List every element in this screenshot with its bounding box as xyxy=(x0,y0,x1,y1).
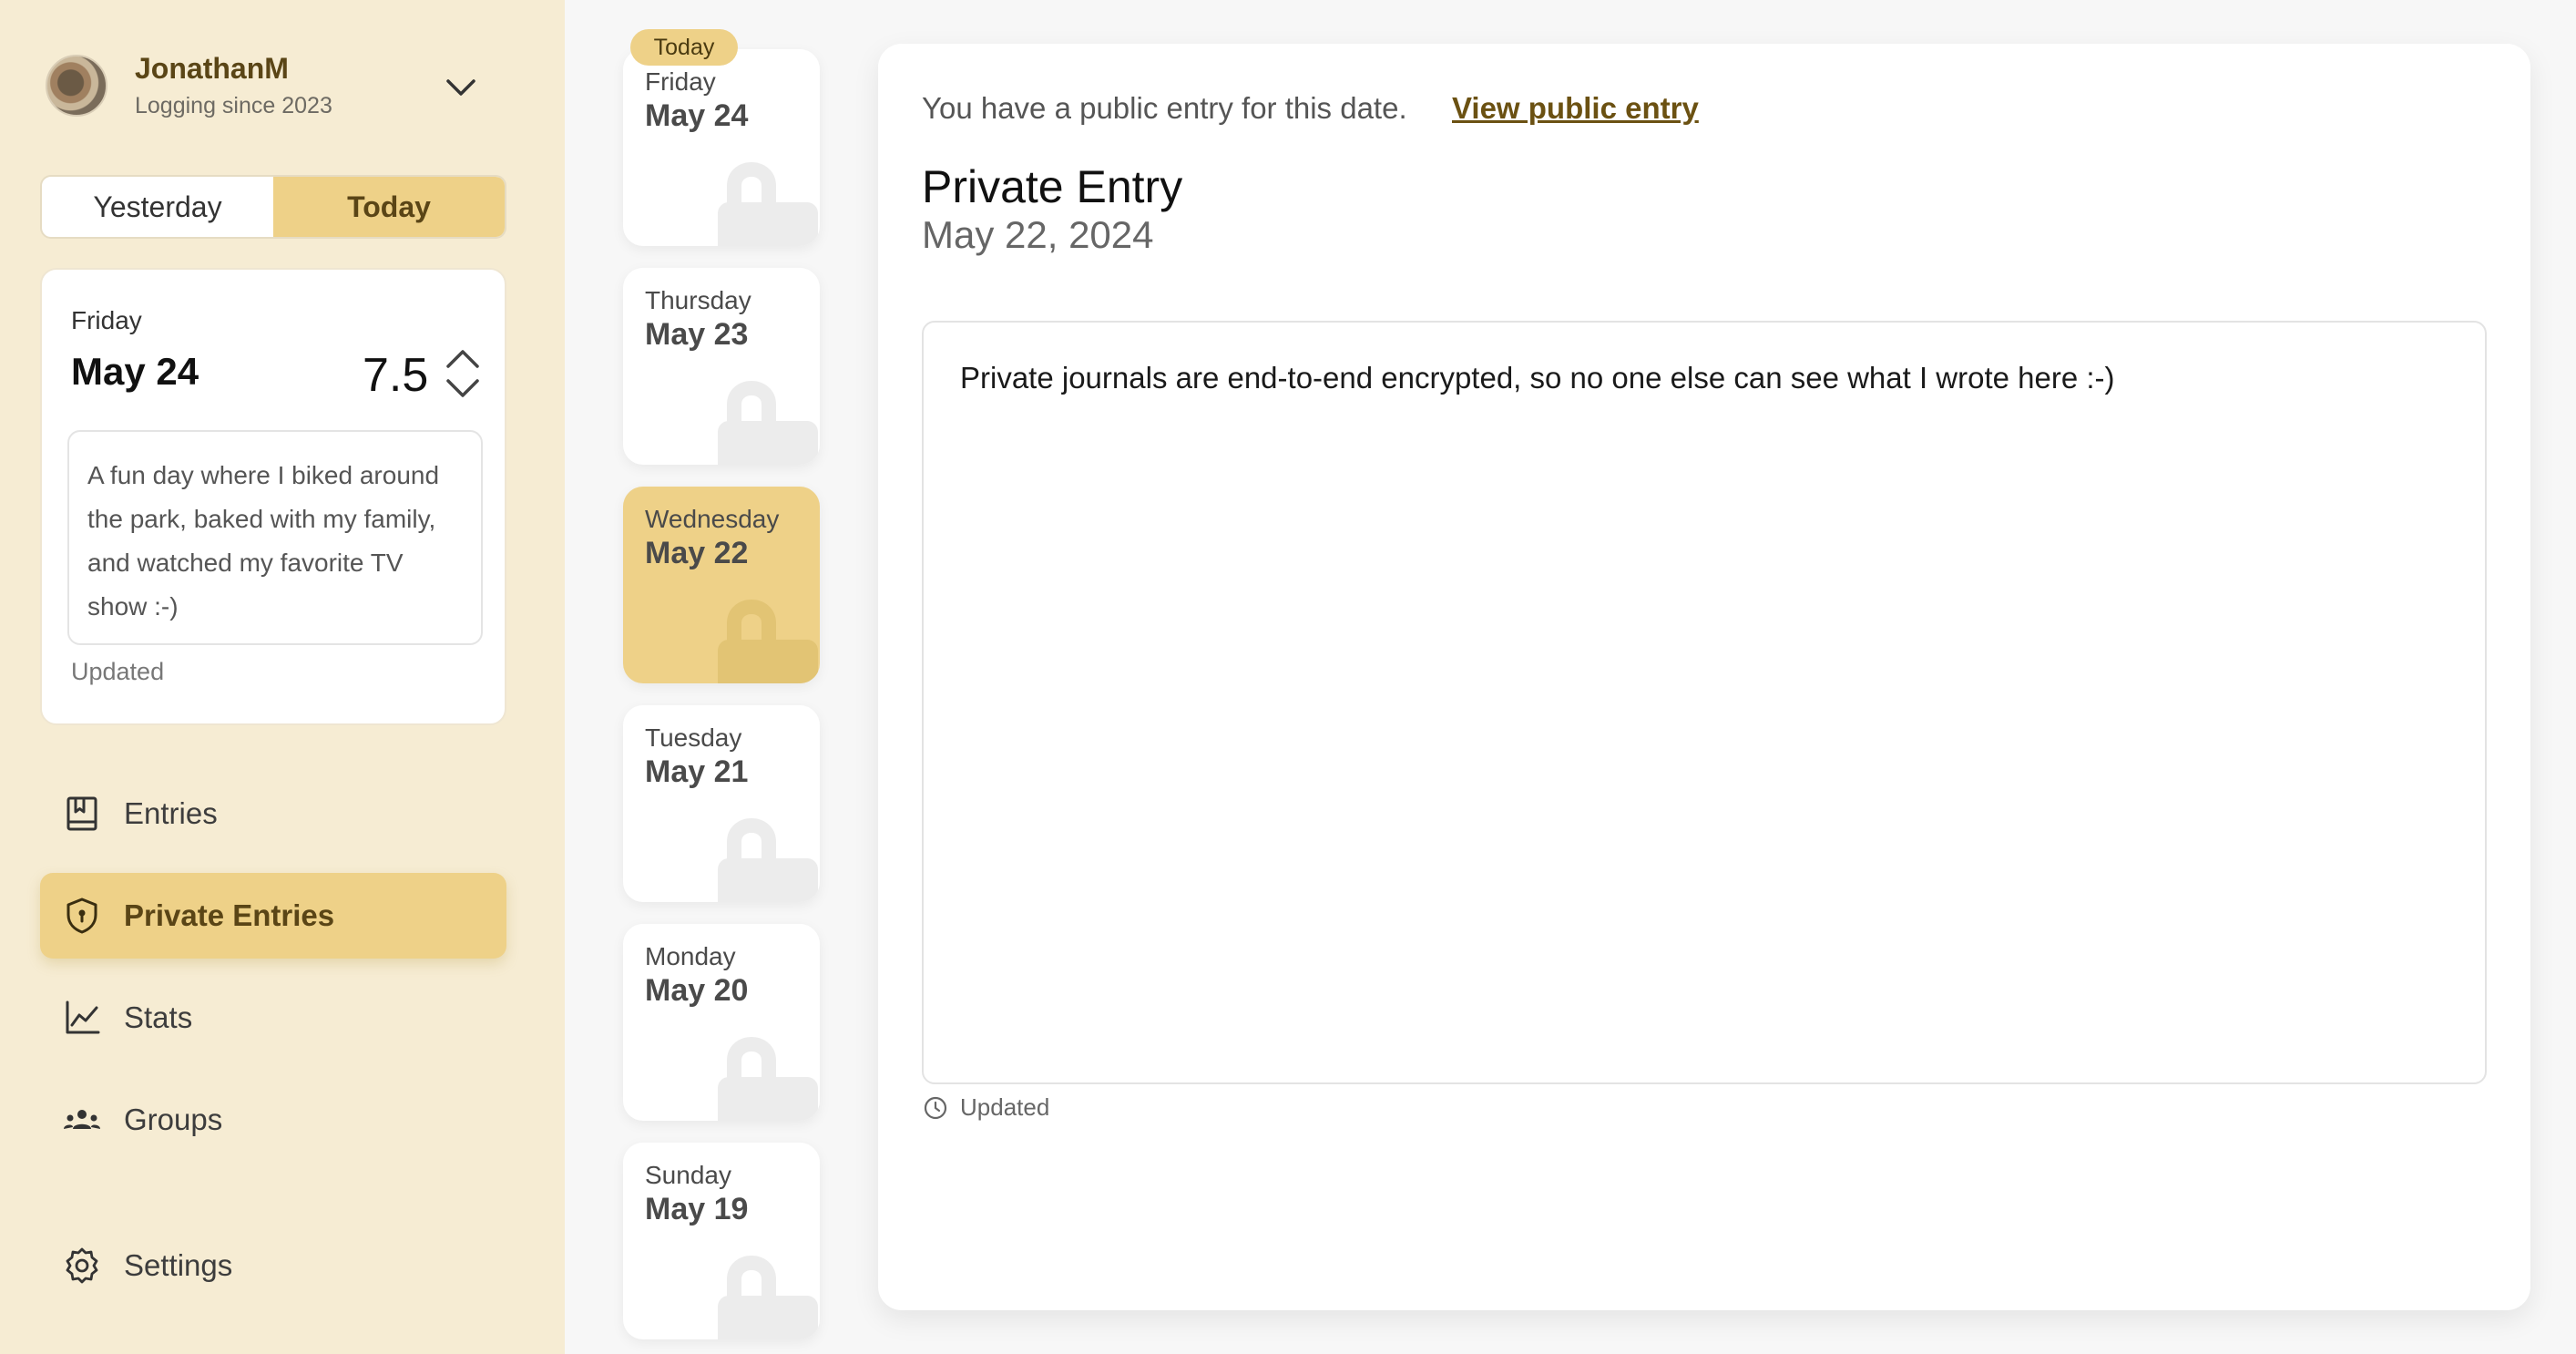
today-updated-status: Updated xyxy=(71,658,165,685)
chevron-down-icon[interactable] xyxy=(443,69,479,106)
entry-updated-status: Updated xyxy=(922,1093,1049,1122)
chart-line-icon xyxy=(66,1000,100,1034)
user-info: JonathanM Logging since 2023 xyxy=(135,52,332,119)
user-name: JonathanM xyxy=(135,52,289,85)
shield-icon xyxy=(66,898,97,934)
today-note-field[interactable]: A fun day where I biked around the park,… xyxy=(67,430,483,645)
day-toggle: Yesterday Today xyxy=(40,175,506,239)
unlock-icon xyxy=(718,162,818,246)
nav-private-entries-label: Private Entries xyxy=(124,898,335,932)
date-card-weekday: Wednesday xyxy=(645,505,780,533)
nav-settings[interactable]: Settings xyxy=(40,1223,506,1308)
users-icon xyxy=(64,1110,100,1129)
unlock-icon xyxy=(718,818,818,902)
date-card-date: May 20 xyxy=(645,973,749,1008)
date-card-may-19[interactable]: Sunday May 19 xyxy=(623,1143,820,1339)
date-card-weekday: Tuesday xyxy=(645,723,742,752)
date-card-date: May 23 xyxy=(645,317,749,352)
today-weekday: Friday xyxy=(71,306,142,334)
unlock-icon xyxy=(718,1256,818,1339)
unlock-icon xyxy=(718,381,818,465)
date-card-weekday: Friday xyxy=(645,67,716,96)
nav-stats[interactable]: Stats xyxy=(40,975,506,1061)
page-title: Private Entry xyxy=(922,161,1183,212)
public-entry-notice: You have a public entry for this date. xyxy=(922,91,1407,125)
date-card-may-22[interactable]: Wednesday May 22 xyxy=(623,487,820,683)
entry-panel: You have a public entry for this date. V… xyxy=(878,44,2530,1310)
date-card-weekday: Thursday xyxy=(645,286,751,314)
unlock-icon xyxy=(718,1037,818,1121)
nav-stats-label: Stats xyxy=(124,1000,193,1034)
date-card-date: May 24 xyxy=(645,98,749,133)
nav-private-entries[interactable]: Private Entries xyxy=(40,873,506,959)
date-card-date: May 19 xyxy=(645,1192,749,1226)
date-card-weekday: Sunday xyxy=(645,1161,731,1189)
gear-icon xyxy=(66,1247,98,1284)
today-score: 7.5 xyxy=(363,349,429,402)
date-card-may-23[interactable]: Thursday May 23 xyxy=(623,268,820,465)
nav-entries-label: Entries xyxy=(124,796,218,830)
today-date: May 24 xyxy=(71,350,199,393)
book-icon xyxy=(66,796,97,831)
entry-updated-label: Updated xyxy=(960,1093,1050,1121)
today-tab[interactable]: Today xyxy=(273,177,505,237)
yesterday-tab[interactable]: Yesterday xyxy=(42,177,273,237)
entry-editor[interactable]: Private journals are end-to-end encrypte… xyxy=(922,321,2487,1084)
date-card-may-20[interactable]: Monday May 20 xyxy=(623,924,820,1121)
today-badge: Today xyxy=(630,29,738,66)
date-card-may-24[interactable]: Friday May 24 xyxy=(623,49,820,246)
user-menu[interactable]: JonathanM Logging since 2023 xyxy=(46,52,492,119)
date-card-may-21[interactable]: Tuesday May 21 xyxy=(623,705,820,902)
date-card-date: May 21 xyxy=(645,754,749,789)
clock-icon xyxy=(924,1096,947,1119)
unlock-icon xyxy=(718,600,818,683)
user-subtitle: Logging since 2023 xyxy=(135,93,332,118)
entry-date: May 22, 2024 xyxy=(922,213,1154,256)
date-card-weekday: Monday xyxy=(645,942,736,970)
nav-groups[interactable]: Groups xyxy=(40,1077,506,1163)
sidebar: JonathanM Logging since 2023 Yesterday T… xyxy=(0,0,565,1354)
avatar xyxy=(46,55,107,117)
view-public-entry-link[interactable]: View public entry xyxy=(1452,91,1699,126)
today-card: Friday May 24 7.5 A fun day where I bike… xyxy=(40,268,506,725)
date-card-date: May 22 xyxy=(645,536,749,570)
score-stepper-icon[interactable] xyxy=(443,346,483,401)
nav-settings-label: Settings xyxy=(124,1248,233,1282)
nav-groups-label: Groups xyxy=(124,1103,223,1136)
nav-entries[interactable]: Entries xyxy=(40,771,506,857)
